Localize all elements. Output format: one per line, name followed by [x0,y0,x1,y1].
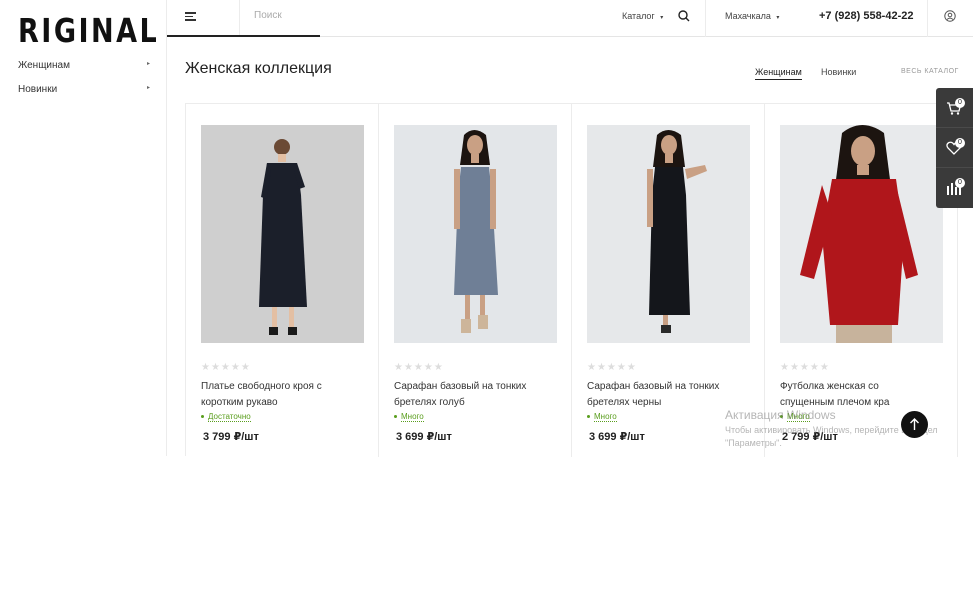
search-input[interactable]: Поиск [254,10,282,21]
catalog-label: Каталог [622,11,655,21]
brand-logo[interactable]: RIGINAL [18,11,159,50]
divider [927,0,928,37]
section-title: Женская коллекция [185,60,332,77]
catalog-dropdown[interactable]: Каталог ▾ [622,11,663,21]
product-name[interactable]: Платье свободного кроя с коротким рукаво [201,379,351,411]
tab-women[interactable]: Женщинам [755,67,802,80]
tab-new[interactable]: Новинки [821,67,856,77]
top-header: Поиск Каталог ▾ Махачкала ▾ +7 (928) 558… [167,0,973,37]
user-icon[interactable] [944,10,956,22]
sidebar-item-label: Новинки [18,84,58,95]
stock-status: Много [394,412,424,422]
rating-stars: ★★★★★ [394,362,444,373]
stock-status: Много [587,412,617,422]
compare-button[interactable]: 0 [936,168,973,208]
scroll-top-button[interactable] [901,411,928,438]
product-price: 3 799 ₽/шт [203,431,259,443]
chevron-right-icon: ▸ [146,61,150,67]
sidebar-item-new[interactable]: Новинки ▸ [18,84,150,104]
product-name[interactable]: Футболка женская со спущенным плечом кра [780,379,930,411]
product-card[interactable]: ★★★★★ Платье свободного кроя с коротким … [186,104,379,457]
product-grid: ★★★★★ Платье свободного кроя с коротким … [185,103,958,457]
sidebar-item-label: Женщинам [18,60,70,71]
cart-button[interactable]: 0 [936,88,973,128]
all-catalog-link[interactable]: ВЕСЬ КАТАЛОГ [901,68,959,75]
product-name[interactable]: Сарафан базовый на тонких бретелях голуб [394,379,544,411]
left-sidebar: RIGINAL Женщинам ▸ Новинки ▸ [0,0,167,456]
product-card[interactable]: ★★★★★ Сарафан базовый на тонких бретелях… [379,104,572,457]
product-image[interactable] [201,125,364,343]
stock-status: Достаточно [201,412,251,422]
product-price: 3 699 ₽/шт [589,431,645,443]
product-image[interactable] [780,125,943,343]
product-card[interactable]: ★★★★★ Сарафан базовый на тонких бретелях… [572,104,765,457]
sidebar-item-women[interactable]: Женщинам ▸ [18,60,150,80]
rating-stars: ★★★★★ [587,362,637,373]
active-underline [167,35,320,37]
chevron-down-icon: ▾ [776,15,780,21]
cart-count-badge: 0 [955,98,965,108]
product-card[interactable]: ★★★★★ Футболка женская со спущенным плеч… [765,104,958,457]
divider [705,0,706,37]
phone-number[interactable]: +7 (928) 558-42-22 [819,10,913,22]
chevron-right-icon: ▸ [146,85,150,91]
search-icon[interactable] [678,10,690,22]
favorites-count-badge: 0 [955,138,965,148]
city-label: Махачкала [725,11,771,21]
favorites-button[interactable]: 0 [936,128,973,168]
product-name[interactable]: Сарафан базовый на тонких бретелях черны [587,379,737,411]
floating-action-panel: 0 0 0 [936,88,973,208]
menu-icon[interactable] [185,12,196,23]
divider [239,0,240,37]
product-image[interactable] [394,125,557,343]
rating-stars: ★★★★★ [201,362,251,373]
compare-count-badge: 0 [955,178,965,188]
product-price: 3 699 ₽/шт [396,431,452,443]
arrow-up-icon [910,418,919,430]
chevron-down-icon: ▾ [660,15,664,21]
product-image[interactable] [587,125,750,343]
city-dropdown[interactable]: Махачкала ▾ [725,11,779,21]
windows-activation-title: Активация Windows [725,408,836,422]
rating-stars: ★★★★★ [780,362,830,373]
